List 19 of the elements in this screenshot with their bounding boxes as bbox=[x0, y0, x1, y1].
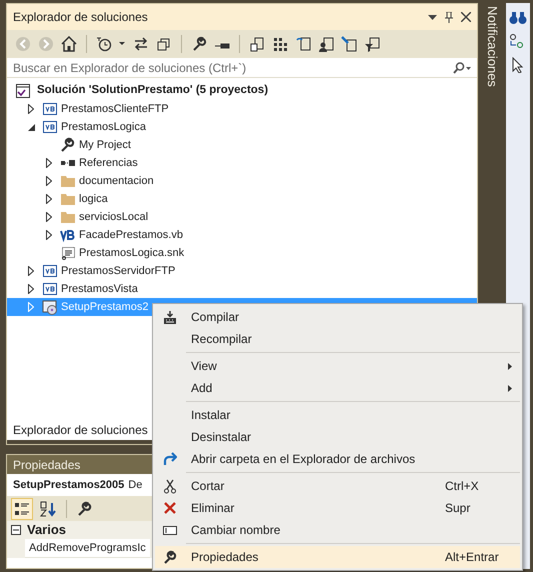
tree-item-label: PrestamosClienteFTP bbox=[61, 102, 169, 117]
tree-item-label: logica bbox=[79, 192, 108, 207]
tree-item-label: SetupPrestamos2 bbox=[61, 300, 148, 315]
tree-item-label: documentacion bbox=[79, 174, 154, 189]
tree-item-label: PrestamosLogica.snk bbox=[79, 246, 184, 261]
tree-item-label: Referencias bbox=[79, 156, 138, 171]
tree-item-label: PrestamosVista bbox=[61, 282, 138, 297]
panel-title: Explorador de soluciones bbox=[13, 9, 149, 26]
tree-item-label: FacadePrestamos.vb bbox=[79, 228, 183, 243]
tree-item-label: serviciosLocal bbox=[79, 210, 148, 225]
object-name: SetupPrestamos2005 bbox=[13, 478, 124, 493]
category-label: Varios bbox=[27, 521, 66, 540]
tree-item-label: PrestamosLogica bbox=[61, 120, 146, 135]
tree-item-label: My Project bbox=[79, 138, 131, 153]
tree-item-label: PrestamosServidorFTP bbox=[61, 264, 176, 279]
search-placeholder: Buscar en Explorador de soluciones (Ctrl+`) bbox=[13, 60, 248, 76]
object-type: De bbox=[128, 478, 142, 493]
properties-title: Propiedades bbox=[13, 456, 80, 474]
property-name: AddRemoveProgramsIc bbox=[25, 539, 150, 558]
